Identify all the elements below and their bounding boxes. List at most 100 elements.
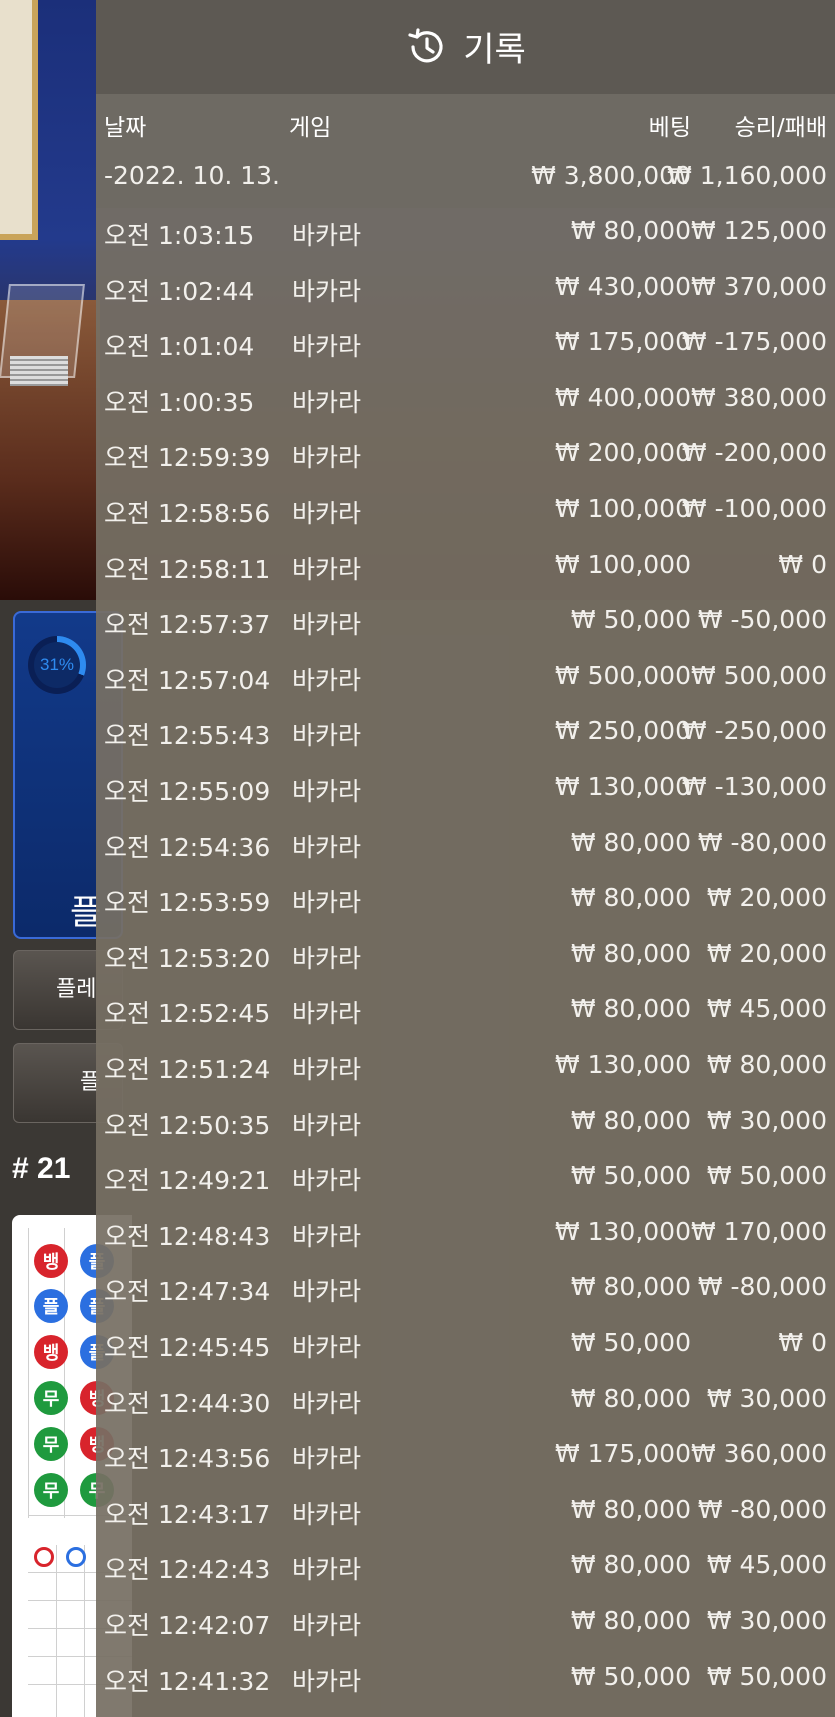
row-game: 바카라 [292, 943, 362, 973]
table-row[interactable]: 오전 1:00:35 바카라 ₩ 400,000 ₩ 380,000 [96, 381, 835, 436]
row-game: 바카라 [292, 387, 362, 417]
row-bet: ₩ 100,000 [554, 494, 691, 523]
row-game: 바카라 [292, 832, 362, 862]
row-bet: ₩ 200,000 [554, 438, 691, 468]
table-row[interactable]: 오전 12:44:30 바카라 ₩ 80,000 ₩ 30,000 [96, 1382, 835, 1437]
row-game: 바카라 [292, 999, 362, 1029]
bet-progress-label: 31% [34, 642, 80, 688]
row-result: ₩ -80,000 [697, 827, 827, 857]
row-result: ₩ -250,000 [681, 716, 827, 746]
row-game: 바카라 [292, 1277, 362, 1307]
row-bet: ₩ 50,000 [570, 605, 691, 635]
row-result: ₩ 30,000 [706, 1383, 827, 1413]
row-game: 바카라 [292, 443, 362, 473]
row-time: 오전 12:48:43 [104, 1221, 271, 1251]
table-row[interactable]: 오전 1:03:15 바카라 ₩ 80,000 ₩ 125,000 [96, 214, 835, 269]
row-result: ₩ 500,000 [690, 660, 827, 690]
row-game: 바카라 [292, 1666, 362, 1696]
row-bet: ₩ 250,000 [554, 716, 691, 746]
history-icon [408, 27, 443, 62]
bead-player: 플 [34, 1289, 68, 1323]
row-bet: ₩ 50,000 [570, 1161, 691, 1191]
row-game: 바카라 [292, 1055, 362, 1084]
row-time: 오전 12:43:17 [104, 1499, 271, 1529]
row-game: 바카라 [292, 1388, 362, 1418]
table-row[interactable]: 오전 12:53:59 바카라 ₩ 80,000 ₩ 20,000 [96, 881, 835, 936]
table-row[interactable]: 오전 12:52:45 바카라 ₩ 80,000 ₩ 45,000 [96, 992, 835, 1047]
history-panel: 기록 날짜 게임 베팅 승리/패배 -2022. 10. 13. ₩ 3,800… [96, 0, 835, 1717]
row-time: 오전 1:02:44 [104, 276, 255, 306]
row-result: ₩ -175,000 [681, 327, 827, 357]
table-row[interactable]: 오전 12:41:32 바카라 ₩ 50,000 ₩ 50,000 [96, 1660, 835, 1715]
row-result: ₩ 370,000 [690, 271, 827, 301]
row-time: 오전 12:53:20 [104, 943, 271, 973]
row-bet: ₩ 400,000 [554, 382, 691, 412]
row-bet: ₩ 50,000 [570, 1661, 691, 1691]
table-row[interactable]: 오전 12:42:43 바카라 ₩ 80,000 ₩ 45,000 [96, 1548, 835, 1603]
date-group-label: -2022. 10. 13. [104, 161, 281, 190]
row-bet: ₩ 80,000 [570, 1550, 691, 1580]
row-game: 바카라 [292, 221, 362, 250]
bead-banker: 뱅 [34, 1335, 68, 1369]
row-result: ₩ 20,000 [706, 883, 827, 913]
table-row[interactable]: 오전 12:51:24 바카라 ₩ 130,000 ₩ 80,000 [96, 1048, 835, 1103]
table-row[interactable]: 오전 12:43:56 바카라 ₩ 175,000 ₩ 360,000 [96, 1437, 835, 1492]
row-result: ₩ 0 [778, 1328, 827, 1357]
row-bet: ₩ 80,000 [570, 883, 691, 913]
row-time: 오전 12:42:43 [104, 1555, 271, 1585]
row-time: 오전 12:58:11 [104, 554, 271, 584]
table-row[interactable]: 오전 12:48:43 바카라 ₩ 130,000 ₩ 170,000 [96, 1215, 835, 1270]
table-row[interactable]: 오전 12:49:21 바카라 ₩ 50,000 ₩ 50,000 [96, 1159, 835, 1214]
row-time: 오전 12:57:37 [104, 610, 271, 640]
row-bet: ₩ 430,000 [554, 271, 691, 301]
table-row[interactable]: 오전 12:55:43 바카라 ₩ 250,000 ₩ -250,000 [96, 714, 835, 769]
row-bet: ₩ 130,000 [554, 772, 691, 801]
row-bet: ₩ 130,000 [554, 1216, 691, 1246]
row-result: ₩ 80,000 [706, 1050, 827, 1079]
column-header-bet: 베팅 [648, 115, 691, 141]
table-row[interactable]: 오전 1:02:44 바카라 ₩ 430,000 ₩ 370,000 [96, 270, 835, 325]
table-header-row: 날짜 게임 베팅 승리/패배 [96, 94, 835, 152]
table-row[interactable]: 오전 12:43:17 바카라 ₩ 80,000 ₩ -80,000 [96, 1493, 835, 1548]
row-result: ₩ 20,000 [706, 938, 827, 968]
table-row[interactable]: 오전 12:45:45 바카라 ₩ 50,000 ₩ 0 [96, 1326, 835, 1381]
table-row[interactable]: 오전 12:53:20 바카라 ₩ 80,000 ₩ 20,000 [96, 937, 835, 992]
history-header: 기록 [96, 0, 835, 94]
row-time: 오전 12:51:24 [104, 1055, 271, 1084]
row-result: ₩ -80,000 [697, 1494, 827, 1524]
row-time: 오전 1:03:15 [104, 221, 255, 250]
column-header-result: 승리/패배 [734, 115, 827, 141]
row-game: 바카라 [292, 665, 362, 695]
table-row[interactable]: 오전 12:57:37 바카라 ₩ 50,000 ₩ -50,000 [96, 603, 835, 658]
row-bet: ₩ 80,000 [570, 1606, 691, 1635]
row-bet: ₩ 80,000 [570, 1105, 691, 1135]
row-time: 오전 12:52:45 [104, 999, 271, 1029]
table-row[interactable]: 오전 12:59:39 바카라 ₩ 200,000 ₩ -200,000 [96, 436, 835, 491]
row-game: 바카라 [292, 1499, 362, 1529]
table-row[interactable]: 오전 12:50:35 바카라 ₩ 80,000 ₩ 30,000 [96, 1104, 835, 1159]
table-row[interactable]: 오전 12:58:56 바카라 ₩ 100,000 ₩ -100,000 [96, 492, 835, 547]
row-bet: ₩ 80,000 [570, 1272, 691, 1302]
row-game: 바카라 [292, 1333, 362, 1362]
row-time: 오전 12:55:43 [104, 721, 271, 751]
table-row[interactable]: 오전 12:42:07 바카라 ₩ 80,000 ₩ 30,000 [96, 1604, 835, 1659]
row-time: 오전 12:47:34 [104, 1277, 271, 1307]
row-time: 오전 12:44:30 [104, 1388, 271, 1418]
row-time: 오전 12:58:56 [104, 499, 271, 528]
table-row[interactable]: 오전 1:01:04 바카라 ₩ 175,000 ₩ -175,000 [96, 325, 835, 380]
table-row[interactable]: 오전 12:55:09 바카라 ₩ 130,000 ₩ -130,000 [96, 770, 835, 825]
row-game: 바카라 [292, 1444, 362, 1474]
bead-tie: 무 [34, 1381, 68, 1415]
table-row[interactable]: 오전 12:58:11 바카라 ₩ 100,000 ₩ 0 [96, 548, 835, 603]
wall-frame [0, 0, 38, 240]
row-result: ₩ 45,000 [706, 1550, 827, 1580]
table-row[interactable]: 오전 12:57:04 바카라 ₩ 500,000 ₩ 500,000 [96, 659, 835, 714]
date-summary-row[interactable]: -2022. 10. 13. ₩ 3,800,000 ₩ 1,160,000 [96, 152, 835, 208]
row-game: 바카라 [292, 554, 362, 584]
table-row[interactable]: 오전 12:47:34 바카라 ₩ 80,000 ₩ -80,000 [96, 1270, 835, 1325]
table-row[interactable]: 오전 12:54:36 바카라 ₩ 80,000 ₩ -80,000 [96, 826, 835, 881]
row-game: 바카라 [292, 1110, 362, 1140]
row-bet: ₩ 80,000 [570, 1383, 691, 1413]
row-bet: ₩ 80,000 [570, 1494, 691, 1524]
row-result: ₩ 170,000 [690, 1216, 827, 1246]
